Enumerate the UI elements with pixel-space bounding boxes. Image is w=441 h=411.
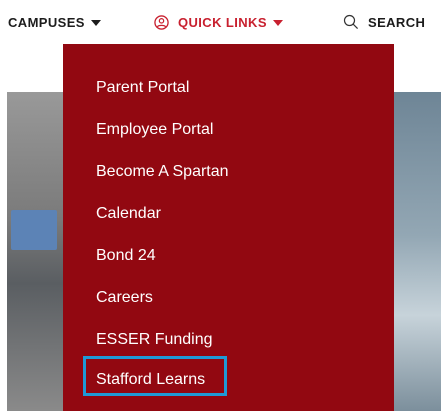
menu-item-calendar[interactable]: Calendar: [96, 204, 161, 224]
nav-quick-links-label: QUICK LINKS: [178, 14, 267, 30]
menu-item-bond-24[interactable]: Bond 24: [96, 246, 156, 266]
nav-quick-links[interactable]: QUICK LINKS: [154, 0, 283, 44]
menu-item-parent-portal[interactable]: Parent Portal: [96, 78, 189, 98]
search-icon: [343, 14, 359, 30]
caret-down-icon: [272, 20, 283, 26]
caret-down-icon: [90, 20, 101, 26]
hero-image-detail: [11, 210, 57, 250]
nav-search-label: SEARCH: [368, 14, 426, 30]
menu-item-employee-portal[interactable]: Employee Portal: [96, 120, 213, 140]
top-nav: CAMPUSES QUICK LINKS SEARCH: [0, 0, 441, 44]
nav-campuses[interactable]: CAMPUSES: [8, 0, 101, 44]
menu-item-careers[interactable]: Careers: [96, 288, 153, 308]
nav-campuses-label: CAMPUSES: [8, 14, 85, 30]
quick-links-dropdown: Parent Portal Employee Portal Become A S…: [63, 44, 394, 411]
menu-item-stafford-learns[interactable]: Stafford Learns: [96, 370, 205, 390]
menu-item-esser-funding[interactable]: ESSER Funding: [96, 330, 213, 350]
hero-image-left: [7, 92, 63, 411]
nav-search[interactable]: SEARCH: [343, 0, 425, 44]
menu-item-become-a-spartan[interactable]: Become A Spartan: [96, 162, 229, 182]
page: CAMPUSES QUICK LINKS SEARCH Parent Porta…: [0, 0, 441, 411]
hero-image-right: [391, 92, 441, 411]
user-circle-icon: [154, 14, 169, 30]
